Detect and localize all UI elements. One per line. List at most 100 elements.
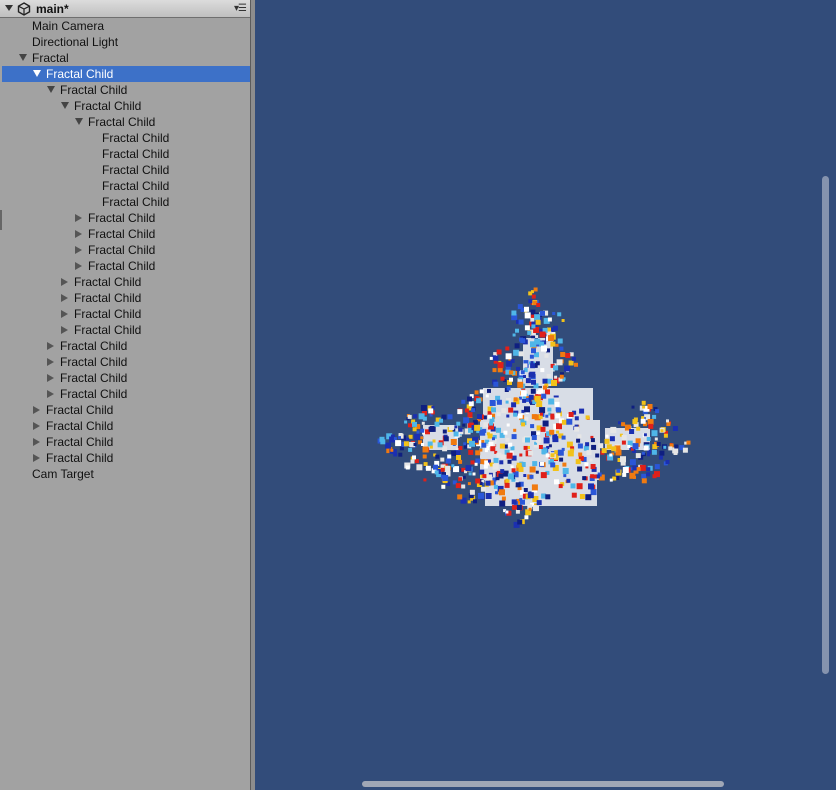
expand-arrow-right-icon[interactable] xyxy=(75,230,82,238)
expand-arrow-right-icon[interactable] xyxy=(33,406,40,414)
fractal-cube xyxy=(528,507,532,511)
fractal-cube xyxy=(536,401,543,407)
hierarchy-item[interactable]: Fractal Child xyxy=(2,210,250,226)
hierarchy-item[interactable]: Fractal Child xyxy=(2,434,250,450)
fractal-cube xyxy=(590,464,596,469)
hierarchy-item[interactable]: Fractal Child xyxy=(2,114,250,130)
fractal-cube xyxy=(451,464,455,468)
fractal-cube xyxy=(540,412,543,416)
hierarchy-item-label: Fractal Child xyxy=(102,179,170,193)
expand-arrow-right-icon[interactable] xyxy=(33,438,40,446)
expand-arrow-right-icon[interactable] xyxy=(47,342,54,350)
fractal-cube xyxy=(513,412,518,417)
hierarchy-item-label: Fractal Child xyxy=(74,291,142,305)
hierarchy-item[interactable]: Fractal Child xyxy=(2,258,250,274)
fractal-cube xyxy=(539,407,546,414)
expand-arrow-down-icon[interactable] xyxy=(47,86,55,93)
expand-arrow-down-icon[interactable] xyxy=(19,54,27,61)
hierarchy-item[interactable]: Fractal Child xyxy=(2,162,250,178)
hierarchy-item[interactable]: Fractal Child xyxy=(2,418,250,434)
fractal-cube xyxy=(547,407,552,412)
hierarchy-item[interactable]: Fractal Child xyxy=(2,226,250,242)
fractal-cube xyxy=(404,420,408,424)
panel-resize-handle[interactable] xyxy=(0,210,2,230)
fractal-cube xyxy=(533,505,539,512)
fractal-cube xyxy=(576,438,581,443)
fractal-cube xyxy=(635,438,641,444)
expand-arrow-right-icon[interactable] xyxy=(33,422,40,430)
panel-menu-icon[interactable]: ▾☰ xyxy=(234,3,247,14)
fractal-cube xyxy=(458,446,463,450)
fractal-cube xyxy=(412,427,417,432)
expand-arrow-right-icon[interactable] xyxy=(33,454,40,462)
fractal-cube xyxy=(529,474,534,479)
fractal-cube xyxy=(437,442,443,448)
fractal-cube xyxy=(556,430,560,434)
fractal-cube xyxy=(550,462,556,468)
scene-view[interactable] xyxy=(255,0,836,790)
hierarchy-item[interactable]: Fractal Child xyxy=(2,194,250,210)
expand-arrow-right-icon[interactable] xyxy=(47,358,54,366)
hierarchy-item[interactable]: Main Camera xyxy=(2,18,250,34)
hierarchy-item[interactable]: Fractal Child xyxy=(2,402,250,418)
hierarchy-item[interactable]: Cam Target xyxy=(2,466,250,482)
fractal-cube xyxy=(474,462,478,466)
hierarchy-item[interactable]: Fractal Child xyxy=(2,290,250,306)
hierarchy-item[interactable]: Fractal Child xyxy=(2,98,250,114)
hierarchy-item[interactable]: Fractal Child xyxy=(2,82,250,98)
expand-arrow-right-icon[interactable] xyxy=(75,214,82,222)
expand-arrow-right-icon[interactable] xyxy=(47,390,54,398)
hierarchy-item[interactable]: Fractal xyxy=(2,50,250,66)
hierarchy-item[interactable]: Fractal Child xyxy=(2,322,250,338)
fractal-cube xyxy=(577,434,582,439)
expand-arrow-right-icon[interactable] xyxy=(75,246,82,254)
fractal-cube xyxy=(501,496,506,501)
vertical-scrollbar[interactable] xyxy=(822,176,829,674)
expand-arrow-right-icon[interactable] xyxy=(47,374,54,382)
fractal-cube xyxy=(510,446,515,451)
hierarchy-item[interactable]: Fractal Child xyxy=(2,338,250,354)
fractal-cube xyxy=(530,317,535,322)
expand-arrow-down-icon[interactable] xyxy=(75,118,83,125)
hierarchy-item[interactable]: Fractal Child xyxy=(2,178,250,194)
fractal-cube xyxy=(500,469,505,474)
expand-arrow-down-icon[interactable] xyxy=(61,102,69,109)
fractal-cube xyxy=(528,291,533,296)
fractal-cube xyxy=(553,365,559,371)
fractal-cube xyxy=(432,439,436,443)
fractal-cube xyxy=(562,462,567,467)
expand-arrow-right-icon[interactable] xyxy=(61,326,68,334)
hierarchy-item[interactable]: Fractal Child xyxy=(2,274,250,290)
expand-arrow-right-icon[interactable] xyxy=(61,310,68,318)
expand-arrow-right-icon[interactable] xyxy=(61,278,68,286)
fractal-cube xyxy=(528,299,533,304)
hierarchy-item-label: Fractal Child xyxy=(60,387,128,401)
hierarchy-item[interactable]: Fractal Child xyxy=(2,306,250,322)
fractal-cube xyxy=(609,436,615,442)
expand-arrow-down-icon[interactable] xyxy=(33,70,41,77)
fractal-cube xyxy=(485,480,491,486)
fractal-cube xyxy=(462,475,466,479)
fractal-cube xyxy=(525,437,530,443)
fractal-cube xyxy=(479,448,483,452)
fractal-cube xyxy=(636,426,641,431)
fractal-cube xyxy=(486,432,490,436)
hierarchy-item[interactable]: Fractal Child xyxy=(2,146,250,162)
hierarchy-item[interactable]: Fractal Child xyxy=(2,66,250,82)
hierarchy-item[interactable]: Fractal Child xyxy=(2,242,250,258)
fractal-cube xyxy=(571,492,577,498)
hierarchy-item[interactable]: Fractal Child xyxy=(2,130,250,146)
expand-arrow-right-icon[interactable] xyxy=(75,262,82,270)
fractal-cube xyxy=(380,439,386,445)
hierarchy-item[interactable]: Fractal Child xyxy=(2,386,250,402)
fractal-cube xyxy=(534,395,541,402)
hierarchy-item[interactable]: Directional Light xyxy=(2,34,250,50)
horizontal-scrollbar[interactable] xyxy=(362,781,724,787)
fractal-cube xyxy=(682,447,688,453)
triangle-down-icon[interactable] xyxy=(5,5,13,11)
hierarchy-item[interactable]: Fractal Child xyxy=(2,354,250,370)
fractal-cube xyxy=(500,376,505,381)
hierarchy-item[interactable]: Fractal Child xyxy=(2,370,250,386)
expand-arrow-right-icon[interactable] xyxy=(61,294,68,302)
hierarchy-item[interactable]: Fractal Child xyxy=(2,450,250,466)
